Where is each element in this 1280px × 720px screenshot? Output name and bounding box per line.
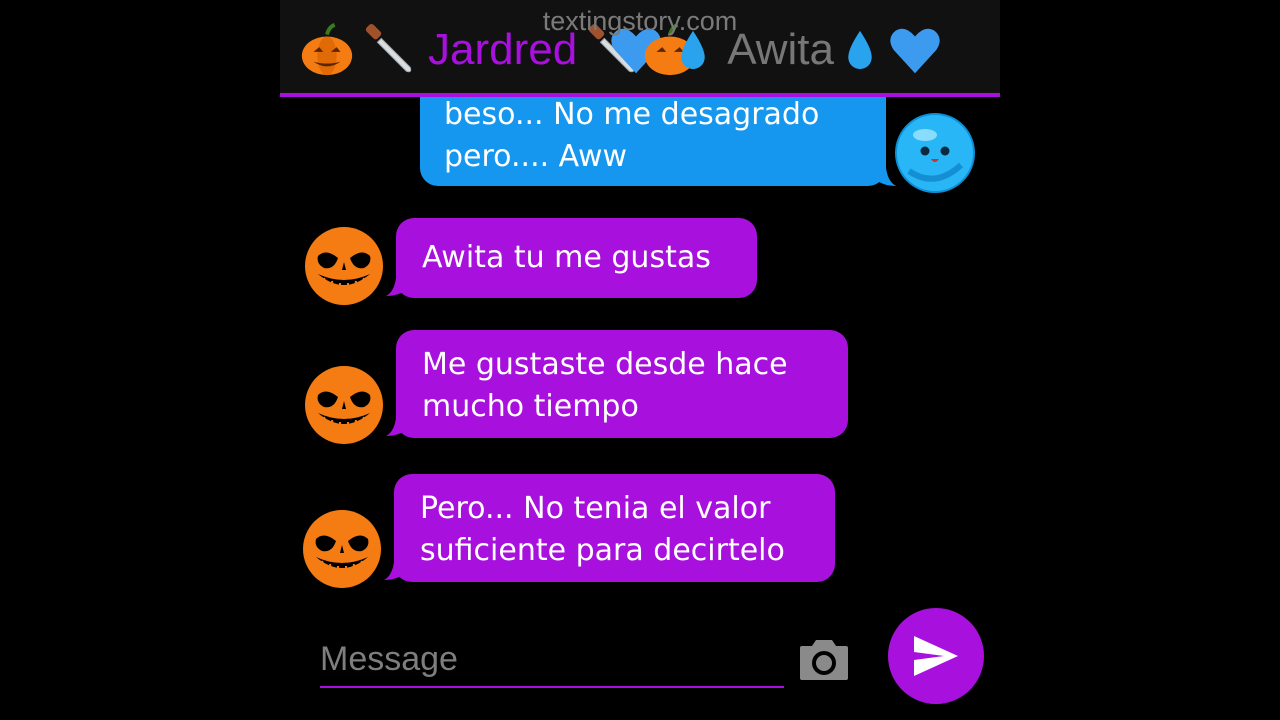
avatar-jack-pumpkin[interactable] xyxy=(304,226,384,306)
message-bubble-sent[interactable]: beso... No me desagrado pero.... Aww xyxy=(420,92,886,186)
watermark: textingstory.com xyxy=(542,6,738,36)
camera-icon[interactable] xyxy=(800,638,848,680)
avatar-jack-pumpkin[interactable] xyxy=(304,365,384,445)
message-bubble-received[interactable]: Me gustaste desde hace mucho tiempo xyxy=(396,330,848,438)
avatar-jack-pumpkin[interactable] xyxy=(302,509,382,589)
message-bubble-received[interactable]: Awita tu me gustas xyxy=(396,218,757,298)
message-input-underline xyxy=(320,686,784,688)
chat-screen: Jardred Awita textingstory.com beso... N… xyxy=(280,0,1000,720)
send-button[interactable] xyxy=(888,608,984,704)
message-input[interactable] xyxy=(320,636,784,682)
bubble-tail xyxy=(876,168,896,186)
avatar-water-drop[interactable] xyxy=(895,113,975,193)
send-icon xyxy=(914,636,958,676)
message-bubble-received[interactable]: Pero... No tenia el valor suficiente par… xyxy=(394,474,835,582)
